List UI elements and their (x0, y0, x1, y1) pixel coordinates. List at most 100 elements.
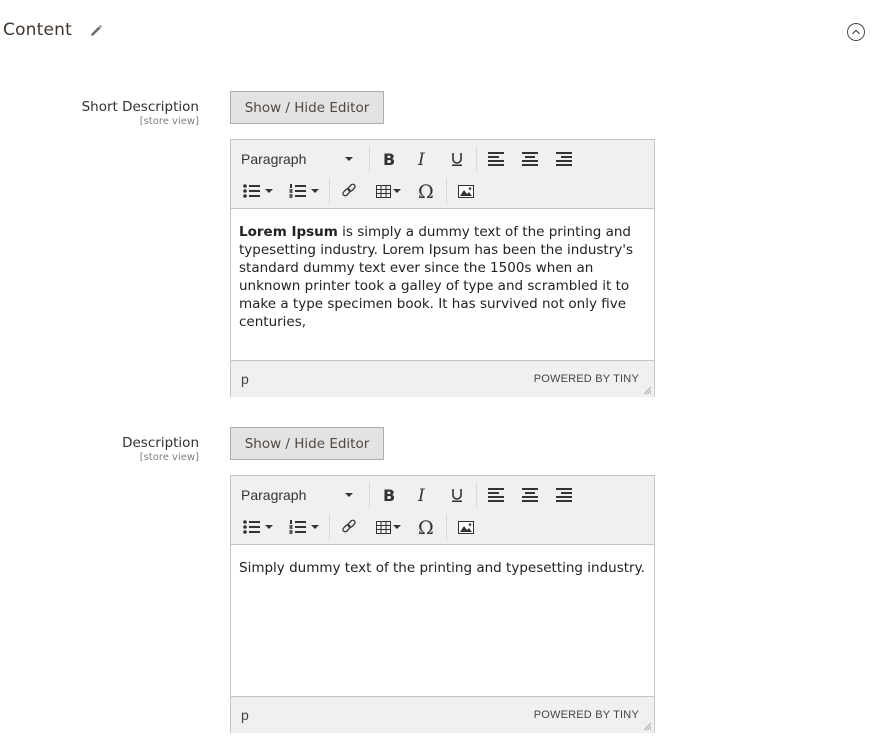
toolbar-row: Ω (231, 175, 483, 207)
italic-button[interactable]: I (406, 481, 440, 509)
align-center-button[interactable] (513, 481, 547, 509)
special-character-button[interactable]: Ω (410, 177, 444, 205)
caret-down-icon (392, 525, 401, 529)
special-character-button[interactable]: Ω (410, 513, 444, 541)
toolbar-separator (329, 178, 330, 204)
align-left-button[interactable] (479, 145, 513, 173)
element-path[interactable]: p (241, 371, 249, 387)
caret-down-icon[interactable] (311, 525, 319, 529)
section-header[interactable]: Content (0, 18, 877, 48)
link-icon (342, 183, 356, 197)
caret-down-icon (345, 493, 353, 497)
content-text: Simply dummy text of the printing and ty… (239, 560, 645, 576)
align-left-icon (488, 152, 504, 166)
field-scope: [store view] (139, 452, 199, 463)
bullet-list-icon (243, 184, 260, 198)
align-left-icon (488, 488, 504, 502)
short-description-label: Short Description [store view] (82, 99, 199, 127)
table-button[interactable] (366, 177, 410, 205)
align-left-button[interactable] (479, 481, 513, 509)
section-title: Content (3, 20, 73, 40)
svg-text:B: B (383, 151, 395, 167)
resize-handle-icon[interactable] (643, 386, 652, 395)
toolbar-row: Paragraph B I (231, 479, 581, 511)
table-button[interactable] (366, 513, 410, 541)
numbered-list-icon (289, 184, 306, 198)
align-center-icon (522, 488, 538, 502)
caret-down-icon[interactable] (265, 189, 273, 193)
field-label-text: Short Description (81, 99, 199, 115)
toolbar-separator (329, 514, 330, 540)
format-select[interactable]: Paragraph (231, 145, 367, 173)
caret-down-icon (392, 189, 401, 193)
content-bold-text: Lorem Ipsum (239, 224, 338, 240)
numbered-list-button[interactable] (281, 513, 327, 541)
bold-icon: B (383, 487, 395, 503)
bullet-list-icon (243, 520, 260, 534)
powered-by-link[interactable]: POWERED BY TINY (534, 373, 639, 385)
numbered-list-icon (289, 520, 306, 534)
editor-statusbar: p POWERED BY TINY (231, 360, 654, 397)
underline-icon (452, 153, 462, 166)
svg-text:B: B (383, 487, 395, 503)
editor-content[interactable]: Simply dummy text of the printing and ty… (231, 545, 654, 696)
toolbar-row: Paragraph B I (231, 143, 581, 175)
link-button[interactable] (332, 513, 366, 541)
rich-text-editor: Paragraph B I (230, 475, 655, 733)
toolbar-separator (369, 482, 370, 508)
link-button[interactable] (332, 177, 366, 205)
align-center-icon (522, 152, 538, 166)
underline-button[interactable] (440, 145, 474, 173)
resize-handle-icon[interactable] (643, 722, 652, 731)
svg-text:Ω: Ω (418, 518, 434, 536)
bold-button[interactable]: B (372, 481, 406, 509)
editor-toolbar: Paragraph B I Ω (231, 476, 654, 545)
table-icon (375, 184, 391, 198)
editor-content[interactable]: Lorem Ipsum is simply a dummy text of th… (231, 209, 654, 360)
insert-image-button[interactable] (449, 177, 483, 205)
align-right-button[interactable] (547, 481, 581, 509)
special-character-icon: Ω (418, 518, 434, 536)
special-character-icon: Ω (418, 182, 434, 200)
bullet-list-button[interactable] (231, 177, 281, 205)
align-center-button[interactable] (513, 145, 547, 173)
toolbar-separator (476, 482, 477, 508)
element-path[interactable]: p (241, 707, 249, 723)
show-hide-editor-button[interactable]: Show / Hide Editor (230, 427, 384, 460)
table-icon (375, 520, 391, 534)
toolbar-separator (446, 178, 447, 204)
format-select[interactable]: Paragraph (231, 481, 367, 509)
toolbar-separator (369, 146, 370, 172)
svg-text:Ω: Ω (418, 182, 434, 200)
toolbar-row: Ω (231, 511, 483, 543)
chevron-up-circle-icon[interactable] (846, 22, 866, 42)
field-scope: [store view] (139, 116, 199, 127)
description-label: Description [store view] (122, 435, 199, 463)
bullet-list-button[interactable] (231, 513, 281, 541)
format-select-value: Paragraph (241, 151, 307, 167)
insert-image-button[interactable] (449, 513, 483, 541)
italic-button[interactable]: I (406, 145, 440, 173)
numbered-list-button[interactable] (281, 177, 327, 205)
pencil-icon[interactable] (88, 23, 104, 39)
align-right-icon (556, 152, 572, 166)
editor-toolbar: Paragraph B I Ω (231, 140, 654, 209)
underline-icon (452, 489, 462, 502)
toolbar-separator (476, 146, 477, 172)
powered-by-link[interactable]: POWERED BY TINY (534, 709, 639, 721)
align-right-button[interactable] (547, 145, 581, 173)
rich-text-editor: Paragraph B I (230, 139, 655, 397)
toolbar-separator (446, 514, 447, 540)
underline-button[interactable] (440, 481, 474, 509)
show-hide-editor-button[interactable]: Show / Hide Editor (230, 91, 384, 124)
caret-down-icon[interactable] (311, 189, 319, 193)
field-label-text: Description (122, 435, 199, 451)
align-right-icon (556, 488, 572, 502)
caret-down-icon (345, 157, 353, 161)
svg-text:I: I (417, 487, 425, 503)
link-icon (342, 519, 356, 533)
bold-button[interactable]: B (372, 145, 406, 173)
italic-icon: I (417, 151, 425, 167)
caret-down-icon[interactable] (265, 525, 273, 529)
image-icon (458, 184, 474, 198)
